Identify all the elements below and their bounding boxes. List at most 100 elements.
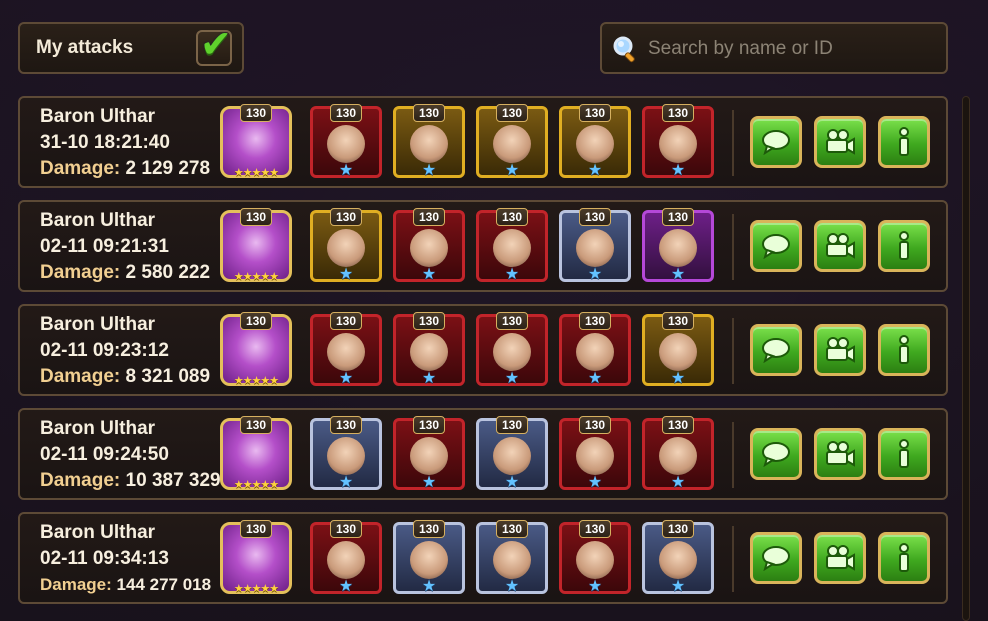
damage-label: Damage: xyxy=(40,575,112,594)
video-camera-icon xyxy=(824,545,856,571)
info-button[interactable] xyxy=(878,324,930,376)
search-input[interactable] xyxy=(648,32,938,66)
replay-button[interactable] xyxy=(814,428,866,480)
star-icon: ★ xyxy=(504,162,520,179)
hero-portrait[interactable]: 130 ★ xyxy=(559,312,631,387)
hero-level-badge: 130 xyxy=(496,312,528,330)
hero-portrait[interactable]: 130 ★ xyxy=(310,520,382,595)
info-icon xyxy=(896,439,912,469)
hero-portrait[interactable]: 130 ★ xyxy=(476,416,548,491)
chat-button[interactable] xyxy=(750,116,802,168)
hero-portrait[interactable]: 130 ★ xyxy=(310,312,382,387)
replay-button[interactable] xyxy=(814,220,866,272)
attack-row: Baron Ulthar 02-11 09:24:50 Damage: 10 387… xyxy=(18,408,948,500)
replay-button[interactable] xyxy=(814,532,866,584)
hero-level-badge: 130 xyxy=(579,520,611,538)
video-camera-icon xyxy=(824,441,856,467)
info-button[interactable] xyxy=(878,532,930,584)
hero-portrait[interactable]: 130 ★ xyxy=(642,416,714,491)
hero-portrait[interactable]: 130 ★ xyxy=(642,520,714,595)
replay-button[interactable] xyxy=(814,116,866,168)
chat-button[interactable] xyxy=(750,220,802,272)
info-button[interactable] xyxy=(878,220,930,272)
replay-button[interactable] xyxy=(814,324,866,376)
video-camera-icon xyxy=(824,129,856,155)
boss-name: Baron Ulthar xyxy=(40,210,156,231)
hero-portrait[interactable]: 130 ★ xyxy=(559,416,631,491)
attack-info: Baron Ulthar 02-11 09:34:13 Damage: 144 27… xyxy=(40,520,230,598)
hero-portrait[interactable]: 130 ★ xyxy=(642,208,714,283)
chat-button[interactable] xyxy=(750,324,802,376)
my-attacks-checkbox[interactable]: ✔ xyxy=(196,26,232,66)
boss-star-rating: ★★★★★ xyxy=(233,375,279,387)
hero-face xyxy=(576,125,614,163)
info-button[interactable] xyxy=(878,428,930,480)
hero-portrait[interactable]: 130 ★ xyxy=(310,104,382,179)
boss-name: Baron Ulthar xyxy=(40,418,156,439)
attack-info: Baron Ulthar 02-11 09:23:12 Damage: 8 321 … xyxy=(40,312,230,390)
attack-row: Baron Ulthar 02-11 09:34:13 Damage: 144 27… xyxy=(18,512,948,604)
boss-avatar[interactable]: 130 ★★★★★ xyxy=(220,104,292,179)
star-icon: ★ xyxy=(587,162,603,179)
hero-portrait[interactable]: 130 ★ xyxy=(393,104,465,179)
attack-time: 02-11 09:34:13 xyxy=(40,548,169,569)
search-bar[interactable] xyxy=(600,22,948,74)
hero-portrait[interactable]: 130 ★ xyxy=(393,312,465,387)
hero-level-badge: 130 xyxy=(496,520,528,538)
hero-face xyxy=(576,229,614,267)
row-divider xyxy=(732,318,734,384)
star-icon: ★ xyxy=(587,578,603,595)
chat-button[interactable] xyxy=(750,428,802,480)
hero-portrait[interactable]: 130 ★ xyxy=(476,520,548,595)
boss-star-rating: ★★★★★ xyxy=(233,479,279,491)
attack-row: Baron Ulthar 02-11 09:23:12 Damage: 8 321 … xyxy=(18,304,948,396)
hero-portrait[interactable]: 130 ★ xyxy=(476,104,548,179)
star-icon: ★ xyxy=(338,578,354,595)
hero-portrait[interactable]: 130 ★ xyxy=(310,208,382,283)
hero-level-badge: 130 xyxy=(413,104,445,122)
hero-portrait[interactable]: 130 ★ xyxy=(642,104,714,179)
hero-portrait[interactable]: 130 ★ xyxy=(476,208,548,283)
hero-face xyxy=(659,437,697,475)
scrollbar[interactable] xyxy=(962,96,970,621)
boss-avatar[interactable]: 130 ★★★★★ xyxy=(220,208,292,283)
boss-avatar[interactable]: 130 ★★★★★ xyxy=(220,520,292,595)
hero-portrait[interactable]: 130 ★ xyxy=(559,208,631,283)
hero-face xyxy=(576,333,614,371)
hero-face xyxy=(410,125,448,163)
hero-portrait[interactable]: 130 ★ xyxy=(476,312,548,387)
hero-face xyxy=(493,333,531,371)
hero-level-badge: 130 xyxy=(662,312,694,330)
boss-avatar[interactable]: 130 ★★★★★ xyxy=(220,312,292,387)
my-attacks-filter[interactable]: My attacks ✔ xyxy=(18,22,244,74)
hero-portrait[interactable]: 130 ★ xyxy=(642,312,714,387)
hero-level-badge: 130 xyxy=(330,520,362,538)
star-icon: ★ xyxy=(504,266,520,283)
hero-portrait[interactable]: 130 ★ xyxy=(559,520,631,595)
star-icon: ★ xyxy=(421,370,437,387)
damage-value: 8 321 089 xyxy=(125,366,211,387)
hero-portrait[interactable]: 130 ★ xyxy=(393,520,465,595)
search-icon xyxy=(613,36,635,63)
hero-face xyxy=(327,541,365,579)
boss-name: Baron Ulthar xyxy=(40,314,156,335)
hero-portrait[interactable]: 130 ★ xyxy=(393,208,465,283)
star-icon: ★ xyxy=(338,370,354,387)
hero-face xyxy=(327,333,365,371)
star-icon: ★ xyxy=(587,266,603,283)
hero-face xyxy=(493,125,531,163)
boss-star-rating: ★★★★★ xyxy=(233,583,279,595)
attack-info: Baron Ulthar 02-11 09:21:31 Damage: 2 580 … xyxy=(40,208,230,286)
hero-face xyxy=(410,333,448,371)
hero-portrait[interactable]: 130 ★ xyxy=(393,416,465,491)
boss-name: Baron Ulthar xyxy=(40,522,156,543)
damage-value: 2 129 278 xyxy=(125,158,211,179)
hero-level-badge: 130 xyxy=(413,520,445,538)
hero-portrait[interactable]: 130 ★ xyxy=(310,416,382,491)
chat-button[interactable] xyxy=(750,532,802,584)
attack-info: Baron Ulthar 02-11 09:24:50 Damage: 10 387… xyxy=(40,416,230,494)
boss-avatar[interactable]: 130 ★★★★★ xyxy=(220,416,292,491)
star-icon: ★ xyxy=(670,578,686,595)
info-button[interactable] xyxy=(878,116,930,168)
hero-portrait[interactable]: 130 ★ xyxy=(559,104,631,179)
